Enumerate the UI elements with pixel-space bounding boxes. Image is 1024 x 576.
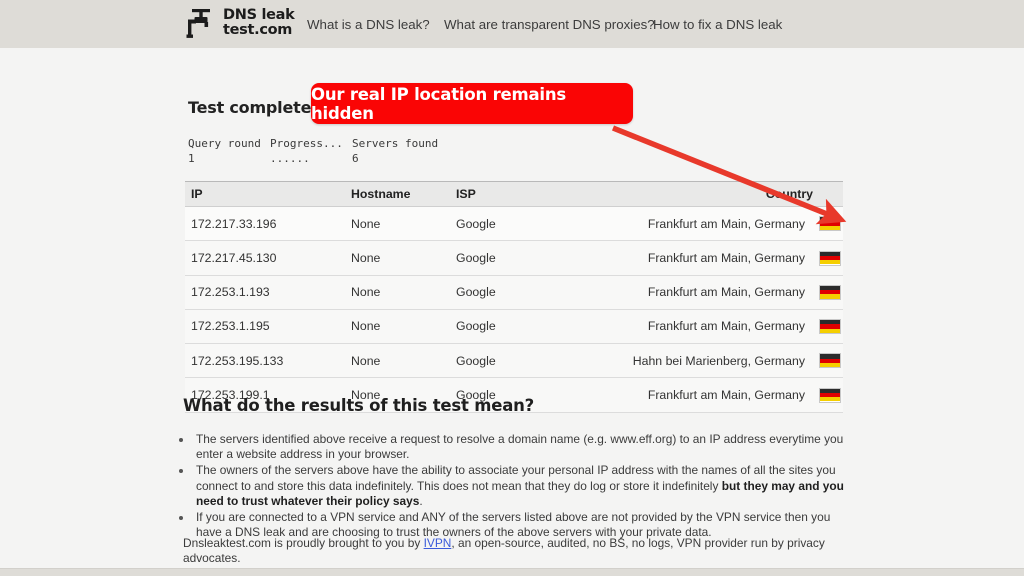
nav-what-is-a-dns-leak[interactable]: What is a DNS leak? bbox=[307, 17, 430, 32]
cell-ip: 172.217.33.196 bbox=[185, 206, 345, 242]
page-bottom-strip bbox=[0, 568, 1024, 576]
status-query-round: Query round 1 bbox=[188, 136, 270, 166]
site-header: DNS leak test.com What is a DNS leak? Wh… bbox=[0, 0, 1024, 48]
cell-country: Hahn bei Marienberg, Germany bbox=[600, 343, 809, 379]
cell-ip: 172.253.1.193 bbox=[185, 275, 345, 310]
nav-transparent-dns-proxies[interactable]: What are transparent DNS proxies? bbox=[444, 17, 655, 32]
cell-country-flag bbox=[809, 309, 843, 345]
cell-hostname: None bbox=[345, 343, 450, 379]
cell-hostname: None bbox=[345, 275, 450, 310]
explanation-title: What do the results of this test mean? bbox=[183, 396, 535, 415]
nav-how-to-fix-a-dns-leak[interactable]: How to fix a DNS leak bbox=[653, 17, 782, 32]
faucet-icon bbox=[186, 9, 210, 38]
cell-country: Frankfurt am Main, Germany bbox=[600, 240, 809, 276]
cell-hostname: None bbox=[345, 240, 450, 276]
list-item: The owners of the servers above have the… bbox=[193, 463, 853, 509]
bullet-tail: . bbox=[419, 493, 423, 508]
de-flag-icon bbox=[819, 216, 841, 232]
sponsor-note: Dnsleaktest.com is proudly brought to yo… bbox=[183, 536, 843, 566]
table-row: 172.253.1.195 None Google Frankfurt am Main… bbox=[185, 309, 843, 345]
list-item: The servers identified above receive a r… bbox=[193, 432, 853, 462]
site-logo[interactable]: DNS leak test.com bbox=[186, 7, 295, 39]
query-status: Query round 1 Progress... ...... Servers… bbox=[188, 136, 472, 166]
table-row: 172.253.1.193 None Google Frankfurt am Main… bbox=[185, 275, 843, 310]
table-header: IP Hostname ISP Country bbox=[185, 181, 843, 207]
cell-country-flag bbox=[809, 275, 843, 310]
de-flag-icon bbox=[819, 319, 841, 334]
brand-line-1: DNS leak bbox=[223, 7, 295, 23]
cell-isp: Google bbox=[450, 240, 600, 276]
de-flag-icon bbox=[819, 353, 841, 369]
cell-ip: 172.253.195.133 bbox=[185, 343, 345, 379]
explanation-bullets: The servers identified above receive a r… bbox=[193, 432, 853, 541]
sponsor-note-pre: Dnsleaktest.com is proudly brought to yo… bbox=[183, 536, 424, 550]
de-flag-icon bbox=[819, 284, 841, 300]
status-servers-found: Servers found 6 bbox=[352, 136, 472, 166]
table-body: 172.217.33.196 None Google Frankfurt am Mai… bbox=[185, 206, 843, 413]
table-row: 172.217.45.130 None Google Frankfurt am Mai… bbox=[185, 240, 843, 276]
bullet-text: The servers identified above receive a r… bbox=[196, 432, 844, 462]
dns-servers-table: IP Hostname ISP Country 172.217.33.196 No… bbox=[185, 181, 843, 413]
cell-isp: Google bbox=[450, 343, 600, 379]
status-progress: Progress... ...... bbox=[270, 136, 352, 166]
page-title: Test complete bbox=[188, 98, 312, 117]
cell-country: Frankfurt am Main, Germany bbox=[600, 377, 809, 413]
table-row: 172.217.33.196 None Google Frankfurt am Mai… bbox=[185, 206, 843, 242]
cell-hostname: None bbox=[345, 309, 450, 345]
ivpn-link[interactable]: IVPN bbox=[424, 536, 452, 550]
status-servers-found-value: 6 bbox=[352, 152, 359, 165]
cell-country-flag bbox=[809, 343, 843, 379]
brand-text: DNS leak test.com bbox=[223, 8, 295, 38]
cell-country-flag bbox=[809, 377, 843, 413]
status-query-round-label: Query round bbox=[188, 137, 261, 150]
cell-isp: Google bbox=[450, 275, 600, 310]
ip-hidden-annotation-badge: Our real IP location remains hidden bbox=[311, 83, 633, 124]
bullet-text: If you are connected to a VPN service an… bbox=[196, 510, 831, 540]
column-header-isp[interactable]: ISP bbox=[450, 181, 600, 207]
cell-country-flag bbox=[809, 240, 843, 276]
de-flag-icon bbox=[819, 250, 841, 266]
cell-ip: 172.253.1.195 bbox=[185, 309, 345, 345]
cell-ip: 172.217.45.130 bbox=[185, 240, 345, 276]
cell-country: Frankfurt am Main, Germany bbox=[600, 275, 809, 310]
cell-hostname: None bbox=[345, 206, 450, 242]
column-header-country[interactable]: Country bbox=[600, 181, 843, 207]
cell-country: Frankfurt am Main, Germany bbox=[600, 206, 809, 242]
status-progress-value: ...... bbox=[270, 152, 310, 165]
cell-country-flag bbox=[809, 206, 843, 242]
cell-isp: Google bbox=[450, 309, 600, 345]
status-servers-found-label: Servers found bbox=[352, 137, 439, 150]
brand-line-2: test.com bbox=[223, 22, 293, 38]
status-query-round-value: 1 bbox=[188, 152, 195, 165]
column-header-hostname[interactable]: Hostname bbox=[345, 181, 450, 207]
de-flag-icon bbox=[819, 387, 841, 403]
cell-isp: Google bbox=[450, 206, 600, 242]
column-header-ip[interactable]: IP bbox=[185, 181, 345, 207]
dnsleaktest-page: DNS leak test.com What is a DNS leak? Wh… bbox=[0, 0, 1024, 576]
status-progress-label: Progress... bbox=[270, 137, 343, 150]
cell-country: Frankfurt am Main, Germany bbox=[600, 309, 809, 345]
table-row: 172.253.195.133 None Google Hahn bei Marien… bbox=[185, 343, 843, 379]
table-header-row: IP Hostname ISP Country bbox=[185, 181, 843, 207]
